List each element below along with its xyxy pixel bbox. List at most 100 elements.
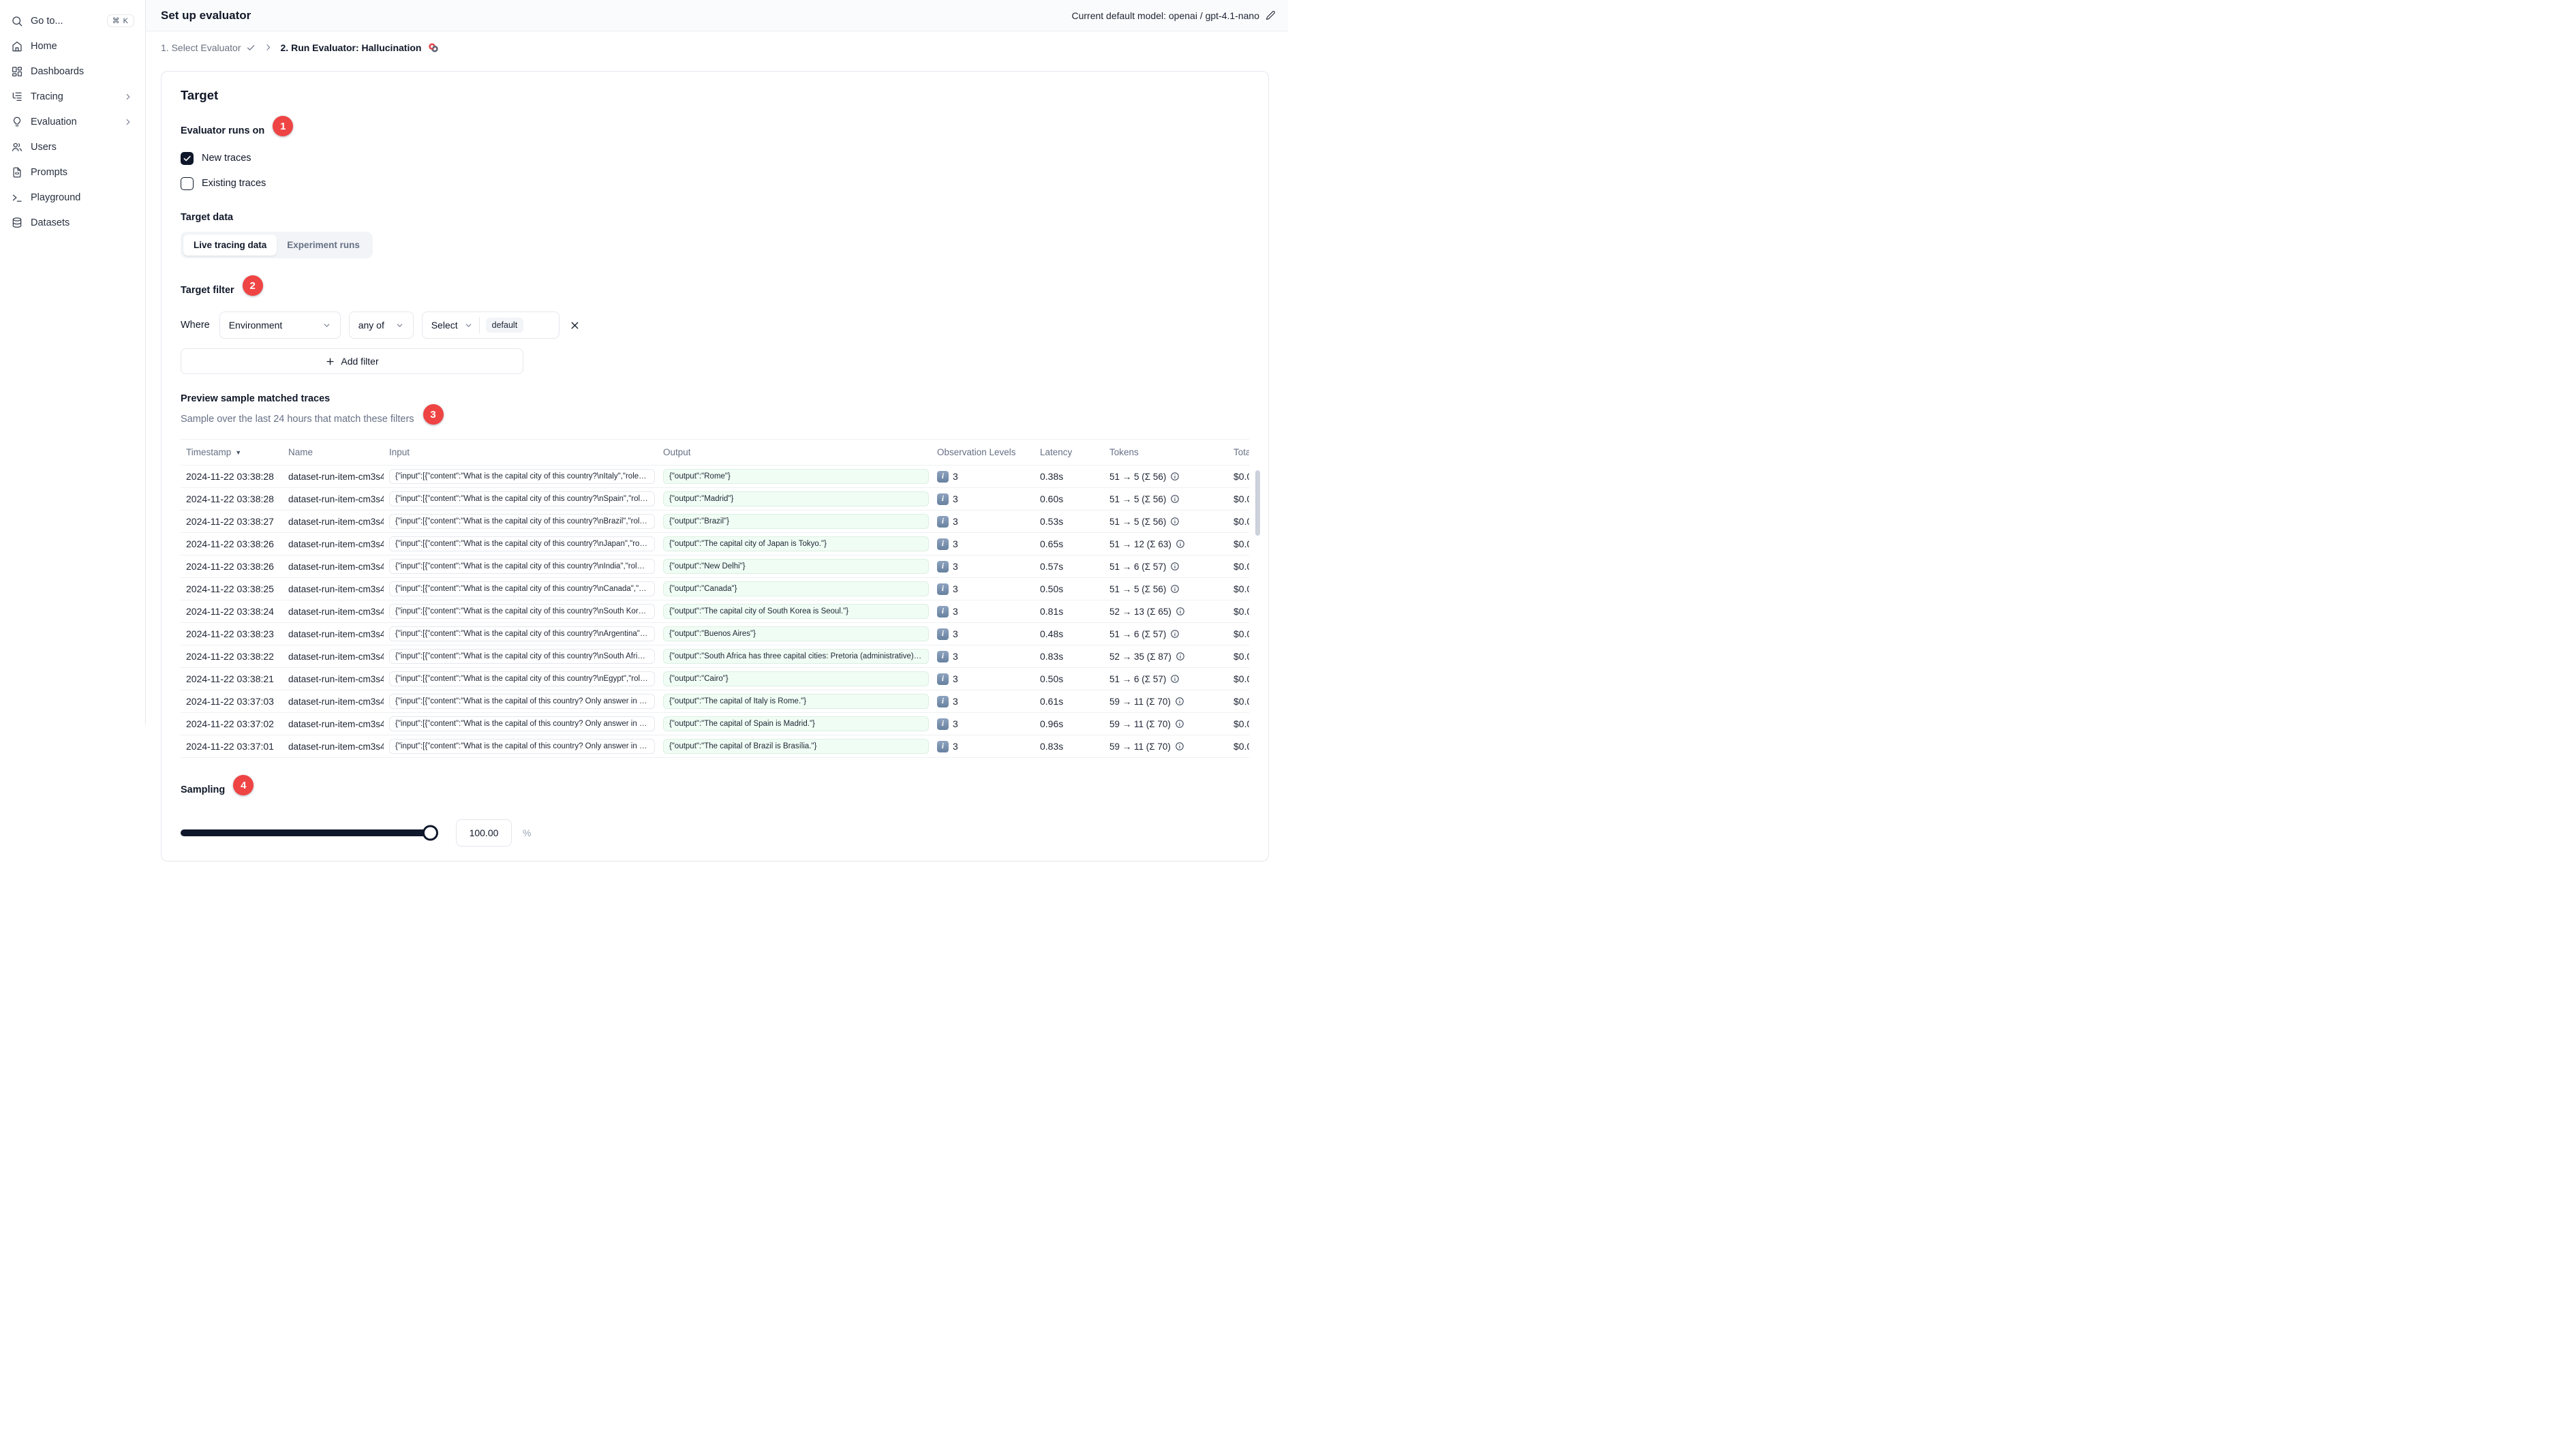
cell-output[interactable]: {"output":"The capital of Italy is Rome.… xyxy=(663,694,929,709)
filter-value-chip: default xyxy=(485,318,524,333)
filter-operator-select[interactable]: any of xyxy=(348,311,414,339)
info-circle-icon[interactable] xyxy=(1170,472,1180,481)
info-circle-icon[interactable] xyxy=(1175,719,1184,729)
info-circle-icon[interactable] xyxy=(1170,674,1180,684)
info-circle-icon[interactable] xyxy=(1170,562,1180,571)
filter-value-select[interactable]: Select default xyxy=(421,311,559,339)
sidebar-item-tracing[interactable]: Tracing xyxy=(0,84,145,109)
goto-shortcut: ⌘ K xyxy=(106,14,134,27)
cell-observation-levels: i 3 xyxy=(932,583,1034,595)
sidebar-item-home[interactable]: Home xyxy=(0,33,145,59)
cell-output[interactable]: {"output":"Canada"} xyxy=(663,581,929,596)
cell-latency: 0.50s xyxy=(1040,673,1064,684)
slider-thumb[interactable] xyxy=(423,825,438,841)
info-circle-icon[interactable] xyxy=(1170,494,1180,504)
table-row[interactable]: 2024-11-22 03:38:27 dataset-run-item-cm3… xyxy=(181,510,1249,533)
sidebar-item-dashboards[interactable]: Dashboards xyxy=(0,59,145,84)
table-row[interactable]: 2024-11-22 03:38:28 dataset-run-item-cm3… xyxy=(181,488,1249,510)
sampling-slider[interactable] xyxy=(181,825,438,841)
cell-input[interactable]: {"input":[{"content":"What is the capita… xyxy=(389,536,655,551)
step-badge-2: 2 xyxy=(242,275,263,296)
cell-output[interactable]: {"output":"Rome"} xyxy=(663,469,929,484)
close-icon xyxy=(571,322,579,329)
info-square-icon: i xyxy=(937,470,949,483)
sidebar-item-prompts[interactable]: Prompts xyxy=(0,159,145,185)
cell-output[interactable]: {"output":"New Delhi"} xyxy=(663,559,929,574)
info-square-icon: i xyxy=(937,695,949,707)
table-row[interactable]: 2024-11-22 03:38:26 dataset-run-item-cm3… xyxy=(181,533,1249,555)
table-row[interactable]: 2024-11-22 03:38:21 dataset-run-item-cm3… xyxy=(181,668,1249,690)
table-row[interactable]: 2024-11-22 03:37:03 dataset-run-item-cm3… xyxy=(181,690,1249,713)
cell-observation-levels: i 3 xyxy=(932,470,1034,483)
table-row[interactable]: 2024-11-22 03:38:28 dataset-run-item-cm3… xyxy=(181,466,1249,488)
checkbox-existing-traces[interactable]: Existing traces xyxy=(181,175,1249,192)
cell-input[interactable]: {"input":[{"content":"What is the capita… xyxy=(389,649,655,664)
table-scrollbar-thumb[interactable] xyxy=(1255,470,1260,536)
cell-observation-levels: i 3 xyxy=(932,650,1034,662)
table-row[interactable]: 2024-11-22 03:37:02 dataset-run-item-cm3… xyxy=(181,713,1249,735)
breadcrumb: 1. Select Evaluator 2. Run Evaluator: Ha… xyxy=(146,31,1288,63)
sampling-section: Sampling 4 % xyxy=(181,775,1249,846)
checkbox-new-traces[interactable]: New traces xyxy=(181,150,1249,166)
table-row[interactable]: 2024-11-22 03:38:22 dataset-run-item-cm3… xyxy=(181,645,1249,668)
cell-input[interactable]: {"input":[{"content":"What is the capita… xyxy=(389,739,655,754)
info-circle-icon[interactable] xyxy=(1176,539,1185,549)
sidebar-item-datasets[interactable]: Datasets xyxy=(0,210,145,235)
cell-output[interactable]: {"output":"Brazil"} xyxy=(663,514,929,529)
cell-output[interactable]: {"output":"The capital of Brazil is Bras… xyxy=(663,739,929,754)
cell-input[interactable]: {"input":[{"content":"What is the capita… xyxy=(389,671,655,686)
remove-filter-button[interactable] xyxy=(569,320,581,331)
cell-input[interactable]: {"input":[{"content":"What is the capita… xyxy=(389,626,655,641)
sidebar-item-playground[interactable]: Playground xyxy=(0,185,145,210)
cell-output[interactable]: {"output":"The capital city of Japan is … xyxy=(663,536,929,551)
info-circle-icon[interactable] xyxy=(1175,742,1184,751)
cell-output[interactable]: {"output":"Buenos Aires"} xyxy=(663,626,929,641)
tab-experiment-runs[interactable]: Experiment runs xyxy=(277,234,370,256)
cell-output[interactable]: {"output":"South Africa has three capita… xyxy=(663,649,929,664)
cell-input[interactable]: {"input":[{"content":"What is the capita… xyxy=(389,604,655,619)
cell-output[interactable]: {"output":"Cairo"} xyxy=(663,671,929,686)
cell-input[interactable]: {"input":[{"content":"What is the capita… xyxy=(389,716,655,731)
cell-input[interactable]: {"input":[{"content":"What is the capita… xyxy=(389,559,655,574)
info-circle-icon[interactable] xyxy=(1170,584,1180,594)
cell-total-cost: $0.000011 ($0.000011) xyxy=(1233,516,1249,527)
filter-column-select[interactable]: Environment xyxy=(219,311,341,339)
cell-output[interactable]: {"output":"Madrid"} xyxy=(663,491,929,506)
info-circle-icon[interactable] xyxy=(1170,517,1180,526)
cell-input[interactable]: {"input":[{"content":"What is the capita… xyxy=(389,581,655,596)
traces-table: Timestamp ▼ Name Input Output Observatio… xyxy=(181,439,1260,758)
edit-pencil-icon[interactable] xyxy=(1266,10,1276,20)
database-icon xyxy=(12,217,22,228)
add-filter-button[interactable]: Add filter xyxy=(181,348,523,374)
cell-name: dataset-run-item-cm3s4 xyxy=(288,538,384,549)
sidebar-item-users[interactable]: Users xyxy=(0,134,145,159)
goto-label: Go to... xyxy=(31,15,63,27)
cell-name: dataset-run-item-cm3s4 xyxy=(288,718,384,729)
sidebar-item-evaluation[interactable]: Evaluation xyxy=(0,109,145,134)
cell-input[interactable]: {"input":[{"content":"What is the capita… xyxy=(389,491,655,506)
breadcrumb-step-1[interactable]: 1. Select Evaluator xyxy=(161,42,256,53)
info-circle-icon[interactable] xyxy=(1176,652,1185,661)
column-header-timestamp[interactable]: Timestamp ▼ xyxy=(181,447,283,457)
cell-output[interactable]: {"output":"The capital of Spain is Madri… xyxy=(663,716,929,731)
table-row[interactable]: 2024-11-22 03:38:26 dataset-run-item-cm3… xyxy=(181,555,1249,578)
preview-title: Preview sample matched traces xyxy=(181,393,331,404)
cell-latency: 0.81s xyxy=(1040,606,1064,617)
cell-input[interactable]: {"input":[{"content":"What is the capita… xyxy=(389,469,655,484)
table-row[interactable]: 2024-11-22 03:37:01 dataset-run-item-cm3… xyxy=(181,735,1249,758)
cell-tokens: 59 → 11 (Σ 70) xyxy=(1104,742,1228,752)
table-row[interactable]: 2024-11-22 03:38:25 dataset-run-item-cm3… xyxy=(181,578,1249,600)
info-circle-icon[interactable] xyxy=(1176,607,1185,616)
tab-live-tracing-data[interactable]: Live tracing data xyxy=(183,234,277,256)
info-circle-icon[interactable] xyxy=(1170,629,1180,639)
cell-input[interactable]: {"input":[{"content":"What is the capita… xyxy=(389,514,655,529)
table-row[interactable]: 2024-11-22 03:38:24 dataset-run-item-cm3… xyxy=(181,600,1249,623)
cell-name: dataset-run-item-cm3s4 xyxy=(288,493,384,504)
cell-name: dataset-run-item-cm3s4 xyxy=(288,651,384,662)
sampling-percent-input[interactable] xyxy=(456,819,512,846)
table-row[interactable]: 2024-11-22 03:38:23 dataset-run-item-cm3… xyxy=(181,623,1249,645)
goto-search[interactable]: Go to... ⌘ K xyxy=(0,8,145,33)
cell-output[interactable]: {"output":"The capital city of South Kor… xyxy=(663,604,929,619)
info-circle-icon[interactable] xyxy=(1175,697,1184,706)
cell-input[interactable]: {"input":[{"content":"What is the capita… xyxy=(389,694,655,709)
